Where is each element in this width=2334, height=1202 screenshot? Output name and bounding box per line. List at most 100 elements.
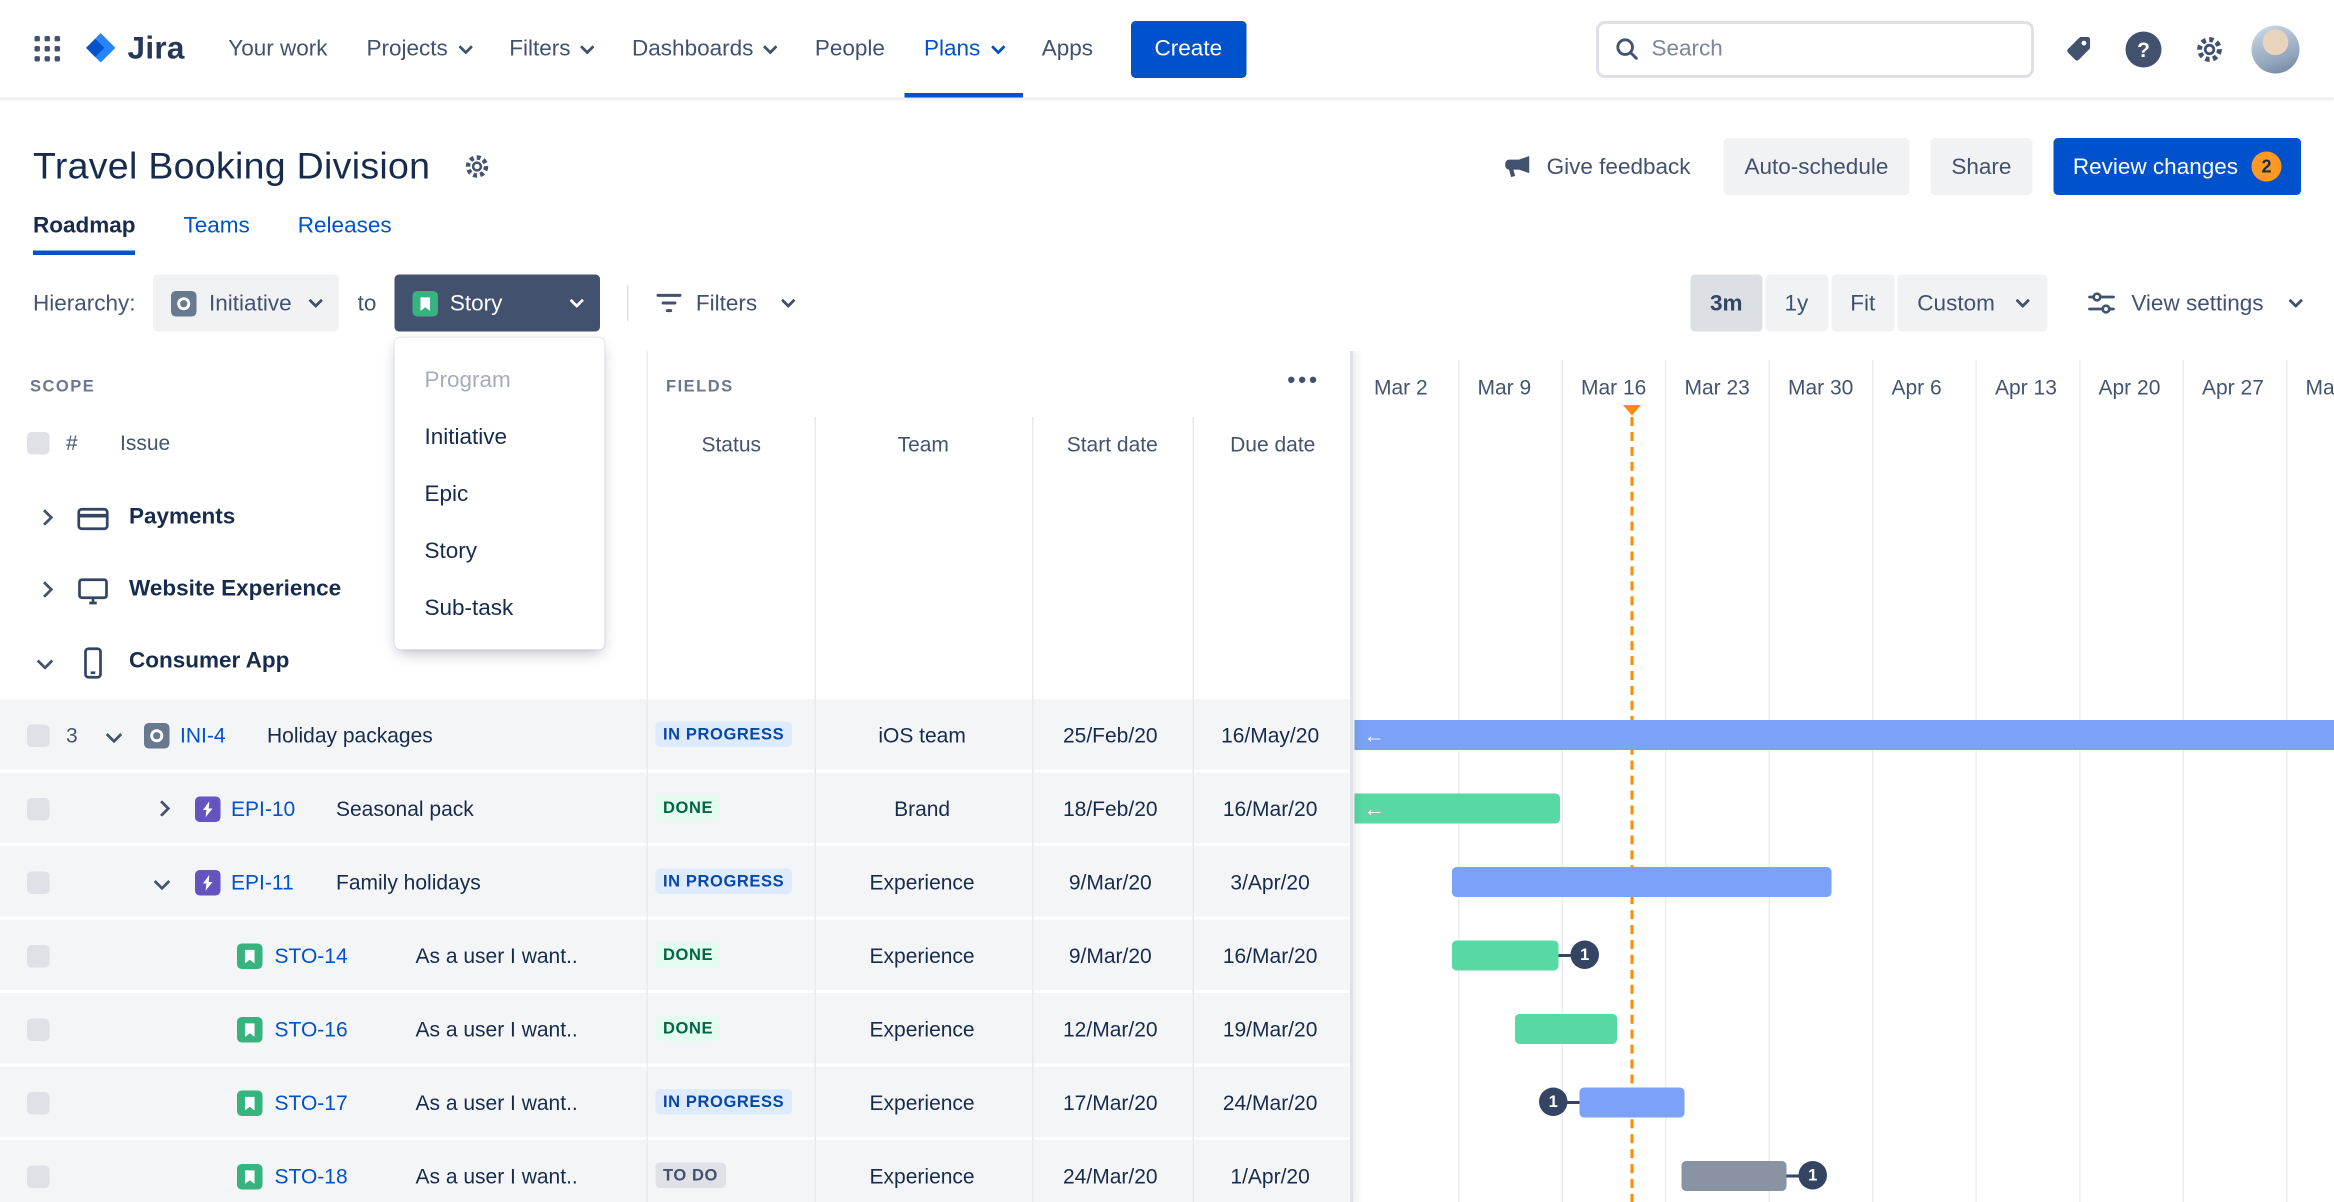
- team-cell[interactable]: Experience: [814, 993, 1031, 1064]
- expand-chevron[interactable]: [36, 653, 54, 670]
- tab-roadmap[interactable]: Roadmap: [33, 207, 136, 255]
- help-button[interactable]: ?: [2118, 23, 2169, 74]
- gantt-bar-sto-16[interactable]: [1515, 1014, 1617, 1044]
- status-badge[interactable]: DONE: [655, 1015, 721, 1041]
- expand-chevron[interactable]: [36, 509, 54, 526]
- row-checkbox[interactable]: [27, 945, 50, 968]
- due-date-cell[interactable]: 16/Mar/20: [1190, 920, 1350, 991]
- menu-item-story[interactable]: Story: [395, 522, 605, 579]
- fields-column-header-team[interactable]: Team: [815, 420, 1033, 468]
- team-cell[interactable]: Experience: [814, 920, 1031, 991]
- issue-row-sto-17[interactable]: STO-17 As a user I want..: [0, 1066, 647, 1140]
- hierarchy-to-dropdown[interactable]: Story: [394, 274, 600, 332]
- start-date-cell[interactable]: 25/Feb/20: [1030, 699, 1190, 770]
- settings-button[interactable]: [2184, 23, 2235, 74]
- due-date-cell[interactable]: 24/Mar/20: [1190, 1067, 1350, 1138]
- menu-item-initiative[interactable]: Initiative: [395, 408, 605, 465]
- issue-row-sto-16[interactable]: STO-16 As a user I want..: [0, 993, 647, 1067]
- auto-schedule-button[interactable]: Auto-schedule: [1723, 138, 1910, 195]
- profile-button[interactable]: [2250, 23, 2301, 74]
- issue-key-link[interactable]: STO-14: [275, 944, 348, 968]
- create-button[interactable]: Create: [1130, 20, 1247, 78]
- expand-chevron[interactable]: [153, 800, 171, 817]
- zoom-3m[interactable]: 3m: [1690, 274, 1763, 332]
- issue-row-epi-10[interactable]: EPI-10 Seasonal pack: [0, 772, 647, 846]
- issue-key-link[interactable]: STO-17: [275, 1091, 348, 1115]
- team-cell[interactable]: Experience: [814, 1067, 1031, 1138]
- zoom-1y[interactable]: 1y: [1765, 274, 1828, 332]
- issue-row-epi-11[interactable]: EPI-11 Family holidays: [0, 846, 647, 920]
- gantt-bar-sto-14[interactable]: [1452, 940, 1559, 971]
- due-date-cell[interactable]: 19/Mar/20: [1190, 993, 1350, 1064]
- team-cell[interactable]: Experience: [814, 846, 1031, 917]
- status-badge[interactable]: TO DO: [655, 1162, 726, 1188]
- nav-item-plans[interactable]: Plans: [904, 0, 1023, 98]
- fields-column-header-due-date[interactable]: Due date: [1193, 420, 1354, 468]
- issue-key-link[interactable]: STO-18: [275, 1164, 348, 1188]
- due-date-cell[interactable]: 1/Apr/20: [1190, 1140, 1350, 1202]
- start-date-cell[interactable]: 12/Mar/20: [1030, 993, 1190, 1064]
- row-checkbox[interactable]: [27, 1165, 50, 1188]
- status-badge[interactable]: IN PROGRESS: [655, 868, 792, 894]
- start-date-cell[interactable]: 18/Feb/20: [1030, 773, 1190, 844]
- due-date-cell[interactable]: 3/Apr/20: [1190, 846, 1350, 917]
- nav-item-projects[interactable]: Projects: [347, 0, 490, 98]
- issue-key-link[interactable]: INI-4: [180, 723, 226, 747]
- hierarchy-from-dropdown[interactable]: Initiative: [153, 274, 340, 332]
- jira-logo[interactable]: Jira: [81, 30, 185, 68]
- tag-button[interactable]: [2052, 23, 2103, 74]
- dependency-count-badge[interactable]: 1: [1570, 940, 1599, 969]
- team-cell[interactable]: Experience: [814, 1140, 1031, 1202]
- row-checkbox[interactable]: [27, 1018, 50, 1041]
- row-checkbox[interactable]: [27, 871, 50, 894]
- fields-column-header-start-date[interactable]: Start date: [1032, 420, 1193, 468]
- select-all-checkbox[interactable]: [27, 432, 50, 455]
- fields-more-button[interactable]: •••: [1287, 368, 1320, 394]
- nav-item-dashboards[interactable]: Dashboards: [613, 0, 796, 98]
- search-input[interactable]: [1651, 36, 2016, 62]
- menu-item-sub-task[interactable]: Sub-task: [395, 579, 605, 636]
- row-checkbox[interactable]: [27, 724, 50, 747]
- row-checkbox[interactable]: [27, 798, 50, 821]
- issue-row-sto-14[interactable]: STO-14 As a user I want..: [0, 919, 647, 993]
- review-changes-button[interactable]: Review changes 2: [2053, 138, 2301, 195]
- start-date-cell[interactable]: 17/Mar/20: [1030, 1067, 1190, 1138]
- gantt-bar-sto-18[interactable]: [1681, 1161, 1787, 1191]
- share-button[interactable]: Share: [1930, 138, 2033, 195]
- plan-settings-button[interactable]: [451, 141, 502, 192]
- nav-item-apps[interactable]: Apps: [1022, 0, 1112, 98]
- give-feedback-link[interactable]: Give feedback: [1503, 152, 1691, 182]
- gantt-bar-sto-17[interactable]: [1579, 1087, 1685, 1118]
- gantt-bar-epi-10[interactable]: ←: [1354, 793, 1560, 824]
- nav-item-people[interactable]: People: [795, 0, 904, 98]
- app-switcher-button[interactable]: [21, 23, 72, 74]
- status-badge[interactable]: DONE: [655, 795, 721, 821]
- view-settings-button[interactable]: View settings: [2086, 288, 2304, 318]
- team-cell[interactable]: iOS team: [814, 699, 1031, 770]
- start-date-cell[interactable]: 24/Mar/20: [1030, 1140, 1190, 1202]
- nav-item-filters[interactable]: Filters: [490, 0, 613, 98]
- team-cell[interactable]: Brand: [814, 773, 1031, 844]
- status-badge[interactable]: IN PROGRESS: [655, 1089, 792, 1115]
- tab-releases[interactable]: Releases: [298, 207, 392, 255]
- status-badge[interactable]: IN PROGRESS: [655, 721, 792, 747]
- gantt-bar-epi-11[interactable]: [1452, 867, 1832, 897]
- issue-key-link[interactable]: EPI-11: [231, 870, 294, 894]
- zoom-custom[interactable]: Custom: [1897, 274, 2048, 332]
- expand-chevron[interactable]: [105, 726, 123, 744]
- status-badge[interactable]: DONE: [655, 942, 721, 968]
- menu-item-epic[interactable]: Epic: [395, 465, 605, 522]
- issue-key-link[interactable]: STO-16: [275, 1017, 348, 1041]
- fields-column-header-status[interactable]: Status: [648, 420, 815, 468]
- expand-chevron[interactable]: [153, 873, 171, 891]
- issue-row-sto-18[interactable]: STO-18 As a user I want..: [0, 1140, 647, 1202]
- filters-button[interactable]: Filters: [655, 290, 796, 317]
- tab-teams[interactable]: Teams: [184, 207, 250, 255]
- dependency-count-badge[interactable]: 1: [1798, 1161, 1827, 1190]
- dependency-count-badge[interactable]: 1: [1539, 1087, 1568, 1116]
- row-checkbox[interactable]: [27, 1092, 50, 1115]
- nav-item-your-work[interactable]: Your work: [209, 0, 347, 98]
- issue-key-link[interactable]: EPI-10: [231, 797, 295, 821]
- start-date-cell[interactable]: 9/Mar/20: [1030, 846, 1190, 917]
- gantt-bar-ini-4[interactable]: ←: [1354, 720, 2334, 750]
